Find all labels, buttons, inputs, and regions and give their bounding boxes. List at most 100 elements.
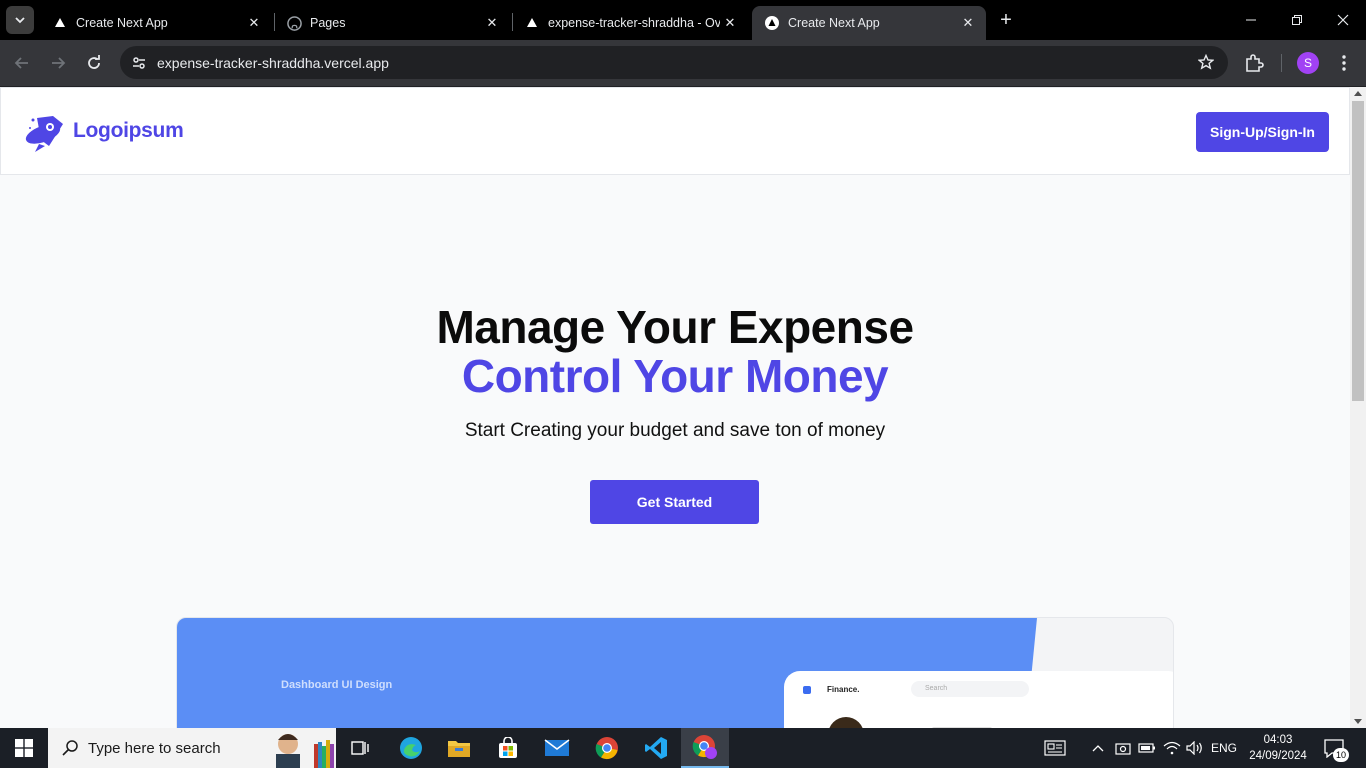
tab-create-next-app-active[interactable]: Create Next App ✕ — [752, 6, 986, 40]
close-icon[interactable]: ✕ — [482, 13, 502, 33]
hero-title-line1: Manage Your Expense — [436, 301, 914, 353]
taskbar-edge[interactable] — [387, 728, 435, 768]
hero-title-line2: Control Your Money — [461, 350, 889, 402]
get-started-button[interactable]: Get Started — [590, 480, 759, 524]
arrow-left-icon — [14, 57, 28, 69]
preview-dashboard-card: Finance. Search — [784, 671, 1173, 728]
tab-expense-tracker-overview[interactable]: expense-tracker-shraddha - Ove ✕ — [512, 6, 748, 40]
taskbar-file-explorer[interactable] — [435, 728, 483, 768]
taskbar-search-placeholder: Type here to search — [88, 739, 221, 757]
site-header: Logoipsum Sign-Up/Sign-In — [0, 87, 1350, 175]
battery-icon — [1138, 743, 1155, 753]
signup-signin-button[interactable]: Sign-Up/Sign-In — [1196, 112, 1329, 152]
taskbar-search-box[interactable]: Type here to search — [48, 728, 336, 768]
scroll-up-arrow-icon[interactable] — [1354, 91, 1362, 96]
extensions-icon[interactable] — [1243, 52, 1265, 74]
toolbar-separator — [1281, 54, 1282, 72]
taskbar-clock[interactable]: 04:03 24/09/2024 — [1246, 732, 1310, 764]
scroll-down-arrow-icon[interactable] — [1354, 719, 1362, 724]
tab-title: expense-tracker-shraddha - Ove — [548, 16, 720, 30]
close-window-button[interactable] — [1320, 0, 1366, 40]
taskbar-store[interactable] — [484, 728, 532, 768]
windows-logo-icon — [15, 739, 33, 757]
page-scrollbar[interactable] — [1350, 87, 1366, 728]
speaker-icon — [1186, 741, 1202, 755]
minimize-icon — [1246, 19, 1256, 21]
vercel-triangle-icon — [52, 15, 68, 31]
tab-search-button[interactable] — [6, 6, 34, 34]
camera-tray-button[interactable] — [1112, 728, 1134, 768]
windows-taskbar: Type here to search ENG 04:03 24/09/2024… — [0, 728, 1366, 768]
start-button[interactable] — [0, 728, 48, 768]
chrome-icon — [595, 737, 618, 760]
clock-time: 04:03 — [1263, 734, 1293, 746]
close-icon[interactable]: ✕ — [720, 13, 740, 33]
chrome-profile-icon — [692, 735, 717, 759]
profile-avatar[interactable]: S — [1297, 52, 1319, 74]
taskbar-mail[interactable] — [533, 728, 581, 768]
logo-text: Logoipsum — [73, 119, 184, 142]
forward-button[interactable] — [44, 49, 72, 77]
wifi-tray-button[interactable] — [1160, 728, 1184, 768]
minimize-button[interactable] — [1228, 0, 1274, 40]
address-bar[interactable]: expense-tracker-shraddha.vercel.app — [120, 46, 1228, 79]
folder-icon — [448, 741, 470, 757]
clock-date: 24/09/2024 — [1249, 750, 1307, 762]
news-widget-button[interactable] — [1040, 728, 1070, 768]
preview-card-title: Finance. — [827, 685, 860, 694]
volume-tray-button[interactable] — [1184, 728, 1206, 768]
preview-avatar — [828, 717, 864, 728]
restore-button[interactable] — [1274, 0, 1320, 40]
news-icon — [1044, 740, 1066, 756]
new-tab-button[interactable]: + — [994, 8, 1018, 32]
store-icon — [499, 737, 517, 758]
task-view-button[interactable] — [336, 728, 384, 768]
language-indicator[interactable]: ENG — [1208, 728, 1240, 768]
battery-tray-button[interactable] — [1136, 728, 1158, 768]
edge-icon — [400, 737, 422, 759]
arrow-right-icon — [52, 57, 66, 69]
tab-create-next-app-1[interactable]: Create Next App ✕ — [40, 6, 272, 40]
camera-icon — [1115, 743, 1131, 755]
chevron-down-icon — [15, 17, 25, 24]
tab-pages[interactable]: Pages ✕ — [274, 6, 510, 40]
close-icon[interactable]: ✕ — [958, 13, 978, 33]
url-text: expense-tracker-shraddha.vercel.app — [157, 55, 389, 71]
hero-subtitle: Start Creating your budget and save ton … — [464, 420, 886, 441]
preview-logo-icon — [803, 686, 811, 694]
taskbar-chrome[interactable] — [583, 728, 631, 768]
bookmark-star-button[interactable] — [1196, 52, 1216, 72]
preview-search: Search — [911, 681, 1029, 697]
restore-icon — [1292, 15, 1302, 25]
rocket-logo-icon — [25, 116, 63, 152]
search-highlight-illustration-icon — [276, 734, 334, 768]
preview-label: Dashboard UI Design — [281, 679, 393, 691]
close-icon — [1337, 14, 1349, 26]
tune-icon — [133, 57, 145, 69]
tab-strip: Create Next App ✕ Pages ✕ expense-tracke… — [0, 0, 1366, 40]
site-info-button[interactable] — [126, 50, 152, 76]
taskbar-chrome-profile-active[interactable] — [681, 728, 729, 768]
tab-title: Create Next App — [788, 16, 880, 30]
vscode-icon — [645, 737, 667, 759]
tab-title: Create Next App — [76, 16, 168, 30]
wifi-icon — [1163, 741, 1181, 755]
tab-title: Pages — [310, 16, 346, 30]
taskbar-vscode[interactable] — [632, 728, 680, 768]
vercel-triangle-icon — [764, 15, 780, 31]
show-hidden-icons-button[interactable] — [1088, 728, 1108, 768]
page-viewport: Logoipsum Sign-Up/Sign-In Manage Your Ex… — [0, 87, 1350, 728]
dashboard-preview-image: Dashboard UI Design Finance. Search — [176, 617, 1174, 728]
menu-icon[interactable] — [1334, 52, 1354, 74]
mail-icon — [544, 739, 570, 756]
star-icon — [1198, 54, 1214, 70]
logo[interactable]: Logoipsum — [23, 110, 184, 152]
scroll-thumb[interactable] — [1352, 101, 1364, 401]
reload-icon — [88, 55, 100, 69]
reload-button[interactable] — [80, 49, 108, 77]
back-button[interactable] — [8, 49, 36, 77]
task-view-icon — [351, 741, 369, 755]
browser-toolbar: expense-tracker-shraddha.vercel.app S — [0, 40, 1366, 86]
chevron-up-icon — [1092, 745, 1104, 752]
close-icon[interactable]: ✕ — [244, 13, 264, 33]
